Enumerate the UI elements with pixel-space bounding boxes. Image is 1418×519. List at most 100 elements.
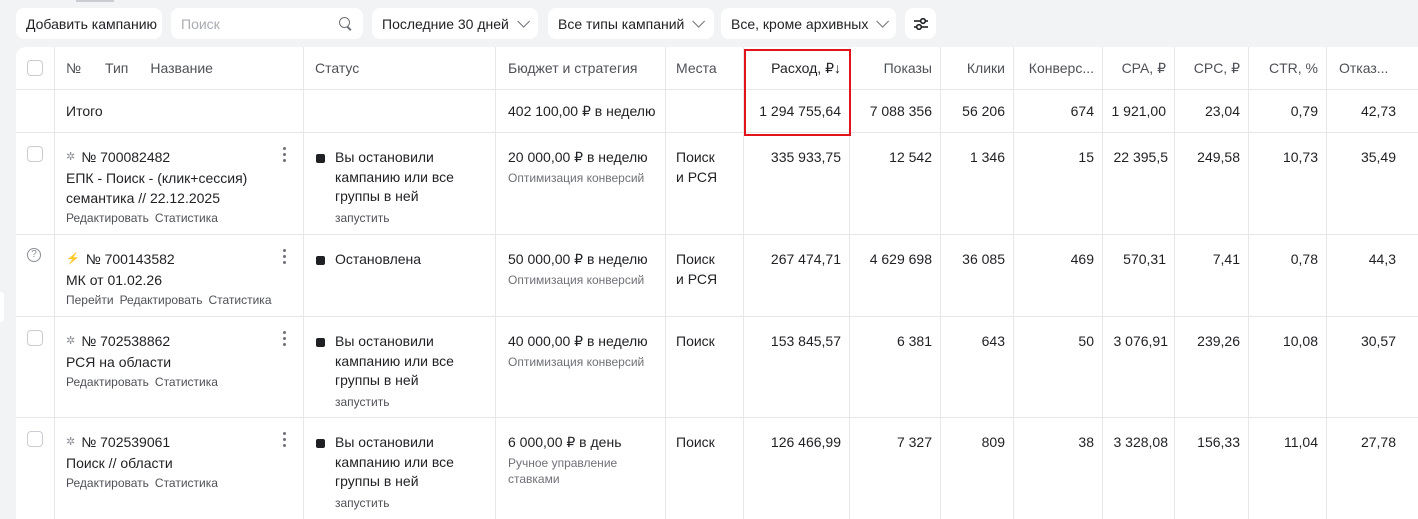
places-cell: Поиск <box>666 317 744 417</box>
row-checkbox[interactable] <box>27 330 43 346</box>
conversions-cell: 50 <box>1014 317 1103 417</box>
strategy-text: Ручное управление <box>508 455 618 470</box>
question-icon[interactable]: ? <box>27 248 41 262</box>
stats-link[interactable]: Статистика <box>155 211 218 225</box>
column-num[interactable]: № <box>66 60 81 76</box>
column-conversions[interactable]: Конверс... <box>1014 47 1103 89</box>
clicks-cell: 643 <box>941 317 1014 417</box>
campaign-id[interactable]: № 702538862 <box>81 332 170 352</box>
column-status[interactable]: Статус <box>304 47 496 89</box>
spend-column-highlight <box>744 49 851 136</box>
table-row[interactable]: ✲ № 702539061 Поиск // области Редактиров… <box>16 418 1418 519</box>
row-checkbox[interactable] <box>27 146 43 162</box>
campaign-name[interactable]: ЕПК - Поиск - (клик+сессия) <box>66 168 295 188</box>
search-input[interactable]: Поиск <box>171 8 363 39</box>
column-places[interactable]: Места <box>666 47 744 89</box>
impressions-value: 4 629 698 <box>869 251 932 267</box>
campaign-name[interactable]: Поиск // области <box>66 453 295 473</box>
edit-link[interactable]: Редактировать <box>66 211 149 225</box>
bounce-value: 35,49 <box>1360 149 1396 165</box>
stopped-status-icon <box>316 439 325 448</box>
add-campaign-label: Добавить кампанию <box>26 15 158 32</box>
spend-cell: 153 845,57 <box>744 317 850 417</box>
period-select[interactable]: Последние 30 дней <box>372 8 538 39</box>
conversions-value: 15 <box>1078 149 1094 165</box>
campaign-name[interactable]: МК от 01.02.26 <box>66 270 295 290</box>
cpa-value: 3 328,08 <box>1113 434 1169 450</box>
places-text-cont: и РСЯ <box>676 270 718 287</box>
table-row[interactable]: ? ⚡ № 700143582 МК от 01.02.26 Перейти Ред… <box>16 235 1418 317</box>
column-ctr[interactable]: CTR, % <box>1249 47 1327 89</box>
places-text: Поиск <box>676 434 715 450</box>
impressions-cell: 4 629 698 <box>850 235 941 316</box>
budget-value[interactable]: 50 000,00 ₽ в неделю <box>508 250 657 270</box>
add-campaign-button[interactable]: Добавить кампанию <box>16 8 162 39</box>
campaign-id[interactable]: № 700082482 <box>81 148 170 168</box>
cpc-cell: 239,26 <box>1175 317 1249 417</box>
bounce-cell: 27,78 <box>1327 418 1418 519</box>
totals-ctr-text: 0,79 <box>1290 103 1318 119</box>
cpc-value: 156,33 <box>1197 434 1240 450</box>
column-bounce[interactable]: Отказ... <box>1327 47 1418 89</box>
column-impressions[interactable]: Показы <box>850 47 941 89</box>
more-menu-icon[interactable] <box>283 249 287 264</box>
cpa-cell: 570,31 <box>1103 235 1175 316</box>
cpa-cell: 22 395,5 <box>1103 133 1175 234</box>
campaign-name-cont[interactable]: семантика // 22.12.2025 <box>66 188 295 208</box>
totals-bounce: 42,73 <box>1327 90 1418 132</box>
select-all-checkbox[interactable] <box>27 60 43 76</box>
column-cpc-label: CPC, ₽ <box>1193 59 1240 76</box>
row-checkbox-cell <box>16 418 55 519</box>
column-conversions-label: Конверс... <box>1028 60 1094 76</box>
status-text-cont: группы в ней <box>335 188 419 204</box>
totals-ctr: 0,79 <box>1249 90 1327 132</box>
edit-link[interactable]: Редактировать <box>66 375 149 389</box>
go-link[interactable]: Перейти <box>66 293 114 307</box>
side-handle[interactable] <box>0 292 4 322</box>
more-menu-icon[interactable] <box>283 331 287 346</box>
budget-value[interactable]: 40 000,00 ₽ в неделю <box>508 332 657 352</box>
column-name[interactable]: Название <box>150 60 213 76</box>
stats-link[interactable]: Статистика <box>155 375 218 389</box>
filter-settings-button[interactable] <box>905 8 936 39</box>
conversions-cell: 38 <box>1014 418 1103 519</box>
edit-link[interactable]: Редактировать <box>66 476 149 490</box>
campaign-id[interactable]: № 702539061 <box>81 433 170 453</box>
column-clicks-label: Клики <box>966 60 1005 76</box>
table-row[interactable]: ✲ № 700082482 ЕПК - Поиск - (клик+сессия)… <box>16 133 1418 235</box>
more-menu-icon[interactable] <box>283 147 287 162</box>
conversions-value: 38 <box>1078 434 1094 450</box>
campaign-name[interactable]: РСЯ на области <box>66 352 295 372</box>
strategy-text: Оптимизация конверсий <box>508 170 645 185</box>
budget-value[interactable]: 6 000,00 ₽ в день <box>508 433 657 453</box>
campaign-id[interactable]: № 700143582 <box>86 250 175 270</box>
status-cell: Вы остановили кампанию или все группы в … <box>304 418 496 519</box>
ctr-cell: 10,08 <box>1249 317 1327 417</box>
cpa-value: 570,31 <box>1123 251 1166 267</box>
edit-link[interactable]: Редактировать <box>120 293 203 307</box>
bounce-value: 30,57 <box>1360 333 1396 349</box>
stats-link[interactable]: Статистика <box>155 476 218 490</box>
column-cpc[interactable]: CPC, ₽ <box>1175 47 1249 89</box>
totals-cpa: 1 921,00 <box>1103 90 1175 132</box>
start-link[interactable]: запустить <box>335 209 487 229</box>
stats-link[interactable]: Статистика <box>208 293 271 307</box>
row-checkbox[interactable] <box>27 431 43 447</box>
more-menu-icon[interactable] <box>283 432 287 447</box>
column-cpa[interactable]: CPA, ₽ <box>1103 47 1175 89</box>
campaign-types-select[interactable]: Все типы кампаний <box>548 8 714 39</box>
totals-cpc-text: 23,04 <box>1204 103 1240 119</box>
column-budget[interactable]: Бюджет и стратегия <box>496 47 666 89</box>
column-bounce-label: Отказ... <box>1339 60 1389 76</box>
table-row[interactable]: ✲ № 702538862 РСЯ на области Редактироват… <box>16 317 1418 418</box>
column-type[interactable]: Тип <box>105 60 128 76</box>
impressions-cell: 6 381 <box>850 317 941 417</box>
start-link[interactable]: запустить <box>335 494 487 514</box>
archive-filter-select[interactable]: Все, кроме архивных <box>721 8 896 39</box>
budget-value[interactable]: 20 000,00 ₽ в неделю <box>508 148 657 168</box>
status-text-cont: кампанию или все <box>335 352 454 369</box>
start-link[interactable]: запустить <box>335 393 487 413</box>
cpc-cell: 249,58 <box>1175 133 1249 234</box>
strategy-text-cont: ставками <box>508 471 560 486</box>
column-clicks[interactable]: Клики <box>941 47 1014 89</box>
